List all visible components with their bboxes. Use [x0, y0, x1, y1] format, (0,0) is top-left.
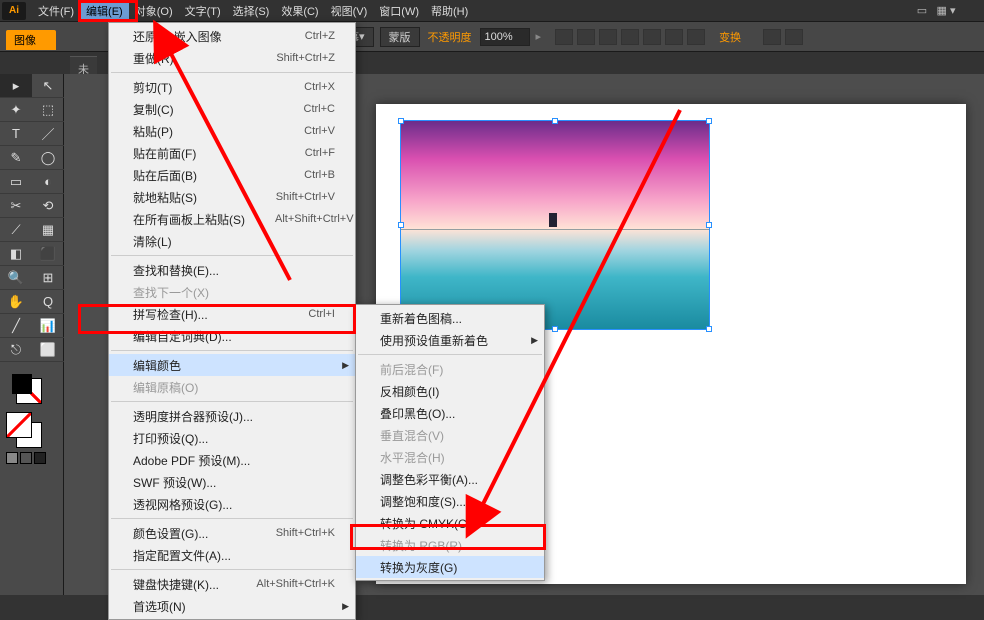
- color-submenu-item-10[interactable]: 转换为 CMYK(C): [356, 512, 544, 534]
- edit-menu-item-21[interactable]: 打印预设(Q)...: [109, 427, 355, 449]
- tool-6[interactable]: ✎: [0, 146, 32, 170]
- menu-文件(F)[interactable]: 文件(F): [32, 1, 80, 21]
- edit-menu-item-14[interactable]: 拼写检查(H)...Ctrl+I: [109, 303, 355, 325]
- tool-15[interactable]: ⬛: [32, 242, 64, 266]
- menu-窗口(W)[interactable]: 窗口(W): [373, 1, 425, 21]
- tool-21[interactable]: 📊: [32, 314, 64, 338]
- edit-menu-item-20[interactable]: 透明度拼合器预设(J)...: [109, 405, 355, 427]
- edit-menu-item-23[interactable]: SWF 预设(W)...: [109, 471, 355, 493]
- tool-13[interactable]: ▦: [32, 218, 64, 242]
- menu-对象(O)[interactable]: 对象(O): [129, 1, 179, 21]
- align-icons[interactable]: [555, 29, 705, 45]
- opacity-label: 不透明度: [426, 29, 474, 45]
- edit-colors-submenu: 重新着色图稿...使用预设值重新着色▶ 前后混合(F)反相颜色(I)叠印黑色(O)…: [355, 304, 545, 581]
- tool-0[interactable]: ▸: [0, 74, 32, 98]
- edit-menu-item-27[interactable]: 指定配置文件(A)...: [109, 544, 355, 566]
- color-submenu-item-4[interactable]: 反相颜色(I): [356, 380, 544, 402]
- edit-menu-item-24[interactable]: 透视网格预设(G)...: [109, 493, 355, 515]
- color-submenu-item-9[interactable]: 调整饱和度(S)...: [356, 490, 544, 512]
- color-submenu-item-5[interactable]: 叠印黑色(O)...: [356, 402, 544, 424]
- tool-8[interactable]: ▭: [0, 170, 32, 194]
- tool-17[interactable]: ⊞: [32, 266, 64, 290]
- edit-menu-item-15[interactable]: 编辑自定词典(D)...: [109, 325, 355, 347]
- mask-button[interactable]: 蒙版: [380, 27, 420, 47]
- tool-22[interactable]: ⎋: [0, 338, 32, 362]
- edit-menu-item-13: 查找下一个(X): [109, 281, 355, 303]
- edit-menu-item-9[interactable]: 在所有画板上粘贴(S)Alt+Shift+Ctrl+V: [109, 208, 355, 230]
- edit-menu-item-5[interactable]: 粘贴(P)Ctrl+V: [109, 120, 355, 142]
- color-submenu-item-11: 转换为 RGB(R): [356, 534, 544, 556]
- tool-20[interactable]: ╱: [0, 314, 32, 338]
- tool-7[interactable]: ◯: [32, 146, 64, 170]
- menu-效果(C)[interactable]: 效果(C): [275, 1, 324, 21]
- color-swatches[interactable]: [0, 362, 63, 470]
- edit-menu-item-6[interactable]: 贴在前面(F)Ctrl+F: [109, 142, 355, 164]
- tool-2[interactable]: ✦: [0, 98, 32, 122]
- edit-menu-item-22[interactable]: Adobe PDF 预设(M)...: [109, 449, 355, 471]
- edit-menu-item-12[interactable]: 查找和替换(E)...: [109, 259, 355, 281]
- edit-menu-item-0[interactable]: 还原(U)嵌入图像Ctrl+Z: [109, 25, 355, 47]
- tool-23[interactable]: ⬜: [32, 338, 64, 362]
- menu-文字(T)[interactable]: 文字(T): [179, 1, 227, 21]
- transform-button[interactable]: 变换: [711, 27, 749, 47]
- search-icon[interactable]: [960, 3, 980, 19]
- edit-menu-item-10[interactable]: 清除(L): [109, 230, 355, 252]
- color-submenu-item-3: 前后混合(F): [356, 358, 544, 380]
- color-submenu-item-12[interactable]: 转换为灰度(G): [356, 556, 544, 578]
- tool-18[interactable]: ✋: [0, 290, 32, 314]
- edit-menu-item-3[interactable]: 剪切(T)Ctrl+X: [109, 76, 355, 98]
- menu-编辑(E)[interactable]: 编辑(E): [80, 1, 129, 21]
- app-logo: Ai: [2, 2, 26, 20]
- workspace-icon[interactable]: ▭: [912, 3, 932, 19]
- tool-1[interactable]: ↖: [32, 74, 64, 98]
- tool-16[interactable]: 🔍: [0, 266, 32, 290]
- tool-12[interactable]: ⟋: [0, 218, 32, 242]
- color-submenu-item-8[interactable]: 调整色彩平衡(A)...: [356, 468, 544, 490]
- menubar: Ai 文件(F)编辑(E)对象(O)文字(T)选择(S)效果(C)视图(V)窗口…: [0, 0, 984, 22]
- edit-menu-item-29[interactable]: 键盘快捷键(K)...Alt+Shift+Ctrl+K: [109, 573, 355, 595]
- edit-menu-item-26[interactable]: 颜色设置(G)...Shift+Ctrl+K: [109, 522, 355, 544]
- tool-5[interactable]: ／: [32, 122, 64, 146]
- tool-11[interactable]: ⟲: [32, 194, 64, 218]
- edit-menu-item-18: 编辑原稿(O): [109, 376, 355, 398]
- color-submenu-item-1[interactable]: 使用预设值重新着色▶: [356, 329, 544, 351]
- tool-4[interactable]: T: [0, 122, 32, 146]
- edit-menu: 还原(U)嵌入图像Ctrl+Z重做(R)Shift+Ctrl+Z 剪切(T)Ctr…: [108, 22, 356, 620]
- menu-帮助(H)[interactable]: 帮助(H): [425, 1, 474, 21]
- image-strip-tab[interactable]: 图像: [6, 30, 56, 50]
- edit-menu-item-4[interactable]: 复制(C)Ctrl+C: [109, 98, 355, 120]
- edit-menu-item-30[interactable]: 首选项(N)▶: [109, 595, 355, 617]
- tool-9[interactable]: ◐: [32, 170, 64, 194]
- edit-menu-item-8[interactable]: 就地粘贴(S)Shift+Ctrl+V: [109, 186, 355, 208]
- color-submenu-item-6: 垂直混合(V): [356, 424, 544, 446]
- tool-10[interactable]: ✂: [0, 194, 32, 218]
- arrange-icon[interactable]: ▦ ▾: [936, 3, 956, 19]
- opacity-input[interactable]: [480, 28, 530, 46]
- edit-menu-item-7[interactable]: 贴在后面(B)Ctrl+B: [109, 164, 355, 186]
- placed-image[interactable]: [400, 120, 710, 330]
- toolbox: ▸↖✦⬚T／✎◯▭◐✂⟲⟋▦◧⬛🔍⊞✋Q╱📊⎋⬜: [0, 74, 64, 595]
- color-submenu-item-7: 水平混合(H): [356, 446, 544, 468]
- tool-3[interactable]: ⬚: [32, 98, 64, 122]
- tool-19[interactable]: Q: [32, 290, 64, 314]
- color-submenu-item-0[interactable]: 重新着色图稿...: [356, 307, 544, 329]
- edit-menu-item-1[interactable]: 重做(R)Shift+Ctrl+Z: [109, 47, 355, 69]
- menu-视图(V)[interactable]: 视图(V): [325, 1, 374, 21]
- tool-14[interactable]: ◧: [0, 242, 32, 266]
- edit-menu-item-17[interactable]: 编辑颜色▶: [109, 354, 355, 376]
- menu-选择(S)[interactable]: 选择(S): [227, 1, 276, 21]
